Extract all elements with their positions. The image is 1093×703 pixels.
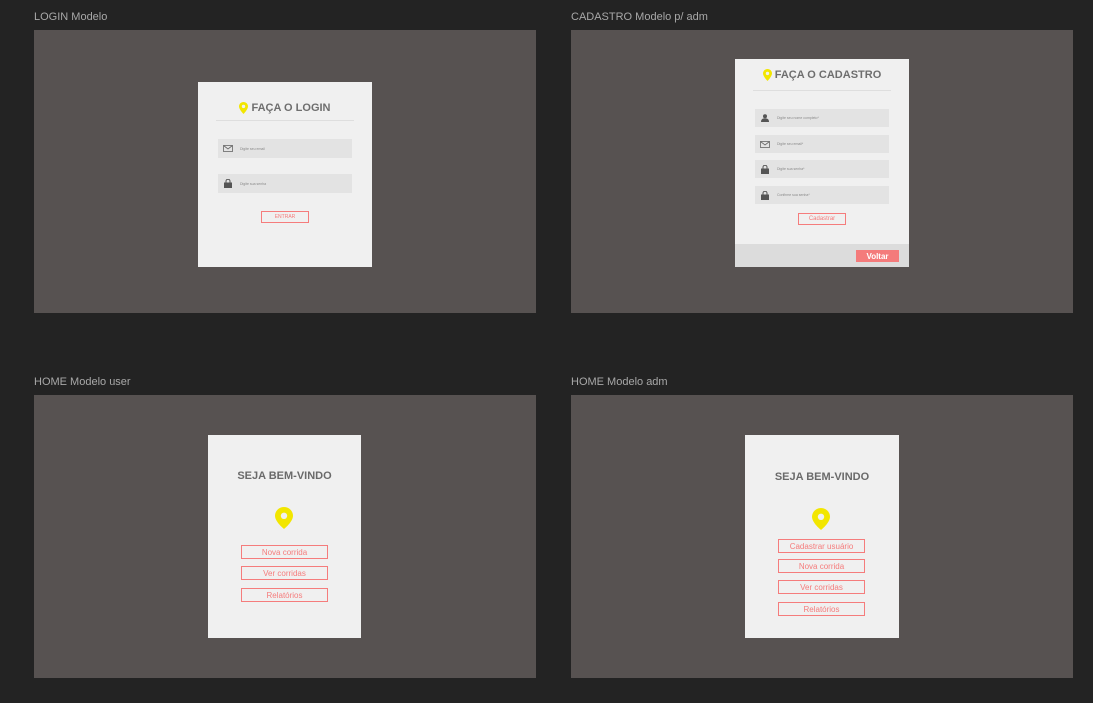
home-user-card: SEJA BEM-VINDO Nova corrida Ver corridas…: [208, 435, 361, 638]
frame-label-home-user: HOME Modelo user: [34, 376, 131, 388]
frame-label-login: LOGIN Modelo: [34, 11, 108, 23]
welcome-title: SEJA BEM-VINDO: [237, 470, 332, 482]
map-pin-icon: [239, 102, 249, 114]
lock-icon: [223, 179, 233, 188]
lock-icon: [760, 190, 770, 200]
register-title-text: FAÇA O CADASTRO: [774, 69, 882, 81]
lock-icon: [760, 164, 770, 174]
email-placeholder: Digite seu email*: [777, 142, 804, 146]
envelope-icon: [223, 145, 233, 153]
reports-button[interactable]: Relatórios: [241, 588, 328, 602]
frame-label-home-adm: HOME Modelo adm: [571, 376, 668, 388]
new-ride-button[interactable]: Nova corrida: [778, 559, 865, 573]
title-divider: [216, 120, 354, 121]
view-rides-button[interactable]: Ver corridas: [778, 580, 865, 594]
map-pin-icon: [275, 507, 293, 529]
confirm-password-placeholder: Confirme sua senha*: [777, 193, 810, 197]
view-rides-button[interactable]: Ver corridas: [241, 566, 328, 580]
login-title-text: FAÇA O LOGIN: [251, 102, 331, 114]
full-name-placeholder: Digite seu nome completo*: [777, 116, 819, 120]
title-divider: [753, 90, 891, 91]
register-user-button[interactable]: Cadastrar usuário: [778, 539, 865, 553]
new-ride-button[interactable]: Nova corrida: [241, 545, 328, 559]
frame-home-adm: SEJA BEM-VINDO Cadastrar usuário Nova co…: [571, 395, 1073, 678]
frame-login: FAÇA O LOGIN Digite seu email Digite sua…: [34, 30, 536, 313]
welcome-title: SEJA BEM-VINDO: [774, 471, 870, 483]
email-field[interactable]: Digite seu email*: [755, 135, 889, 153]
reports-button[interactable]: Relatórios: [778, 602, 865, 616]
frame-home-user: SEJA BEM-VINDO Nova corrida Ver corridas…: [34, 395, 536, 678]
register-footer: Voltar: [735, 244, 909, 267]
register-button[interactable]: Cadastrar: [798, 213, 846, 225]
back-button[interactable]: Voltar: [856, 250, 899, 262]
login-title: FAÇA O LOGIN: [198, 102, 372, 114]
home-adm-card: SEJA BEM-VINDO Cadastrar usuário Nova co…: [745, 435, 899, 638]
login-card: FAÇA O LOGIN Digite seu email Digite sua…: [198, 82, 372, 267]
user-icon: [760, 114, 770, 122]
full-name-field[interactable]: Digite seu nome completo*: [755, 109, 889, 127]
frame-register: FAÇA O CADASTRO Digite seu nome completo…: [571, 30, 1073, 313]
email-field[interactable]: Digite seu email: [218, 139, 352, 158]
register-title: FAÇA O CADASTRO: [735, 69, 909, 81]
email-placeholder: Digite seu email: [240, 146, 265, 151]
register-card: FAÇA O CADASTRO Digite seu nome completo…: [735, 59, 909, 267]
envelope-icon: [760, 140, 770, 148]
map-pin-icon: [812, 508, 830, 530]
enter-button[interactable]: ENTRAR: [261, 211, 309, 223]
password-field[interactable]: Digite sua senha: [218, 174, 352, 193]
password-placeholder: Digite sua senha*: [777, 167, 805, 171]
confirm-password-field[interactable]: Confirme sua senha*: [755, 186, 889, 204]
password-field[interactable]: Digite sua senha*: [755, 160, 889, 178]
frame-label-register: CADASTRO Modelo p/ adm: [571, 11, 708, 23]
map-pin-icon: [762, 69, 772, 81]
password-placeholder: Digite sua senha: [240, 181, 267, 186]
